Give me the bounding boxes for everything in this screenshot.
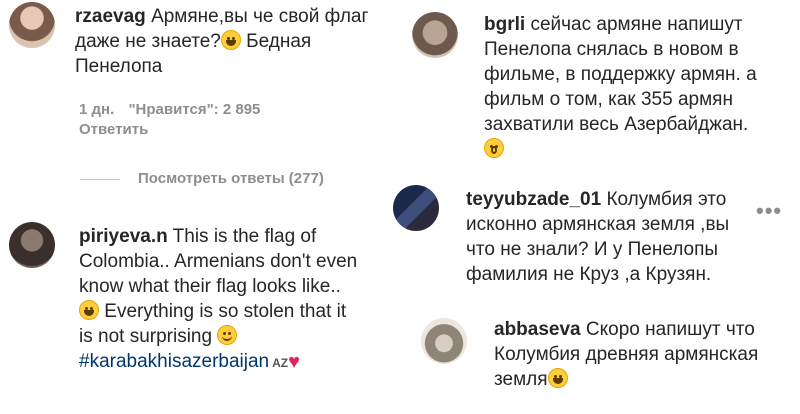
comment-line: сейчас армяне напишут: [530, 14, 743, 35]
comment-line: Скоро напишут что: [585, 319, 755, 340]
comment-text: abbaseva Скоро напишут что Колумбия древ…: [494, 317, 794, 392]
comment-line: is not surprising: [79, 326, 213, 347]
likes-count[interactable]: "Нравится": 2 895: [128, 101, 260, 118]
comment-line: Colombia.. Armenians don't even: [79, 251, 358, 272]
comment-line: This is the flag of: [172, 226, 317, 247]
comment-meta: 1 дн. "Нравится": 2 895: [79, 101, 270, 118]
comment-line: фамилия не Круз ,а Крузян.: [466, 264, 712, 285]
avatar[interactable]: [9, 2, 55, 48]
more-options-icon[interactable]: •••: [756, 198, 782, 224]
comment-line: земля: [494, 369, 548, 390]
comment-line: Бедная: [240, 31, 312, 52]
avatar[interactable]: [421, 318, 467, 364]
red-heart-icon: ♥: [288, 351, 300, 373]
hashtag-link[interactable]: #karabakhisazerbaijan: [79, 351, 269, 372]
comment-line: Пенелопа: [75, 56, 163, 77]
avatar[interactable]: [393, 185, 439, 231]
comment-line: фильм о том, как 355 армян: [484, 89, 733, 110]
comment-time: 1 дн.: [79, 101, 115, 118]
laughing-emoji-icon: [220, 30, 241, 50]
comment-line: захватили весь Азербайджан.: [484, 114, 749, 135]
comment-text: teyyubzade_01 Колумбия это исконно армян…: [466, 187, 766, 287]
comment-line: Everything is so stolen that it: [104, 301, 347, 322]
wink-emoji-icon: [217, 325, 238, 345]
laughing-emoji-icon: [547, 368, 568, 388]
comment-line: Колумбия древняя армянская: [494, 344, 759, 365]
comment-username[interactable]: rzaevag: [75, 6, 146, 27]
comment-line: даже не знаете?: [75, 31, 221, 52]
laughing-emoji-icon: [79, 300, 99, 320]
reply-link[interactable]: Ответить: [79, 121, 148, 138]
comment-username[interactable]: piriyeva.n: [79, 226, 168, 247]
comment-text: piriyeva.n This is the flag of Colombia.…: [79, 224, 389, 376]
comment-line: know what their flag looks like..: [79, 276, 341, 297]
comment-username[interactable]: teyyubzade_01: [466, 189, 601, 210]
comment-line: Колумбия это: [606, 189, 727, 210]
comment-line: исконно армянская земля ,вы: [466, 214, 730, 235]
comment-line: что не знали? И у Пенелопы: [466, 239, 719, 260]
view-replies-link[interactable]: Посмотреть ответы (277): [138, 170, 324, 187]
worried-emoji-icon: [484, 138, 504, 158]
avatar[interactable]: [412, 12, 458, 58]
replies-divider: [80, 179, 120, 180]
comment-text: bgrli сейчас армяне напишут Пенелопа сня…: [484, 12, 794, 162]
comment-line: Пенелопа снялась в новом в: [484, 39, 739, 60]
comment-line: Армяне,вы че свой флаг: [151, 6, 369, 27]
comment-username[interactable]: abbaseva: [494, 319, 581, 340]
avatar[interactable]: [9, 222, 55, 268]
comment-text: rzaevag Армяне,вы че свой флаг даже не з…: [75, 4, 375, 79]
comment-line: фильме, в поддержку армян. а: [484, 64, 757, 85]
comment-username[interactable]: bgrli: [484, 14, 525, 35]
country-badge: AZ: [272, 356, 289, 370]
